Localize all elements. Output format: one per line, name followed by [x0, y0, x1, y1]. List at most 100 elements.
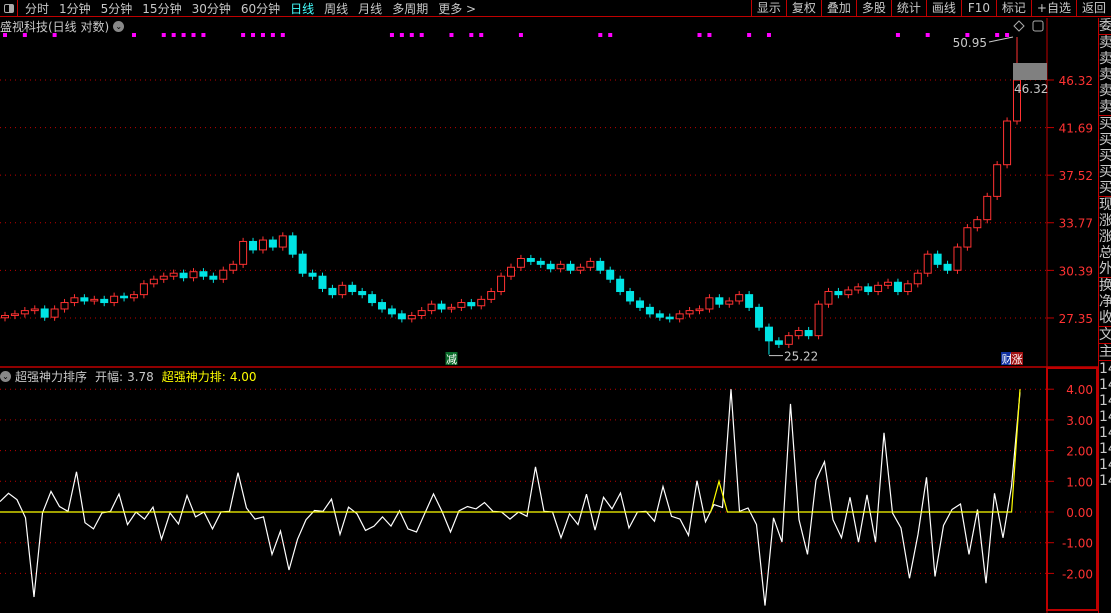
diamond-icon[interactable]: [1013, 20, 1025, 32]
signal-dot: [399, 33, 404, 37]
toolbar-button-4[interactable]: 统计: [890, 0, 926, 17]
panel-toggle-icon[interactable]: [1032, 20, 1044, 32]
marker-text: 财: [1002, 352, 1013, 366]
candle: [328, 284, 337, 299]
candle-body: [169, 272, 178, 277]
candle-body: [804, 330, 813, 337]
toolbar-button-5[interactable]: 画线: [925, 0, 961, 17]
indicator-header: ⌄ 超强神力排序 开幅: 3.78 超强神力排: 4.00: [0, 368, 257, 385]
candle-body: [933, 253, 942, 265]
candle: [844, 286, 853, 299]
candle: [40, 305, 49, 321]
marker-box: [1001, 352, 1014, 365]
candle-body: [784, 335, 793, 345]
chart-title: 盛视科技(日线 对数): [0, 20, 110, 34]
candle-body: [526, 257, 535, 262]
period-tab-1[interactable]: 1分钟: [54, 0, 96, 17]
candle: [963, 224, 972, 251]
period-tab-9[interactable]: 多周期: [387, 0, 433, 17]
candle: [764, 323, 773, 355]
toolbar-button-0[interactable]: 显示: [750, 0, 786, 17]
period-tab-6[interactable]: 日线: [285, 0, 319, 17]
sidebar-label: 14: [1099, 473, 1111, 489]
candle: [209, 272, 218, 283]
candle-body: [378, 302, 387, 310]
indicator-line-white: [0, 389, 1021, 606]
period-tab-5[interactable]: 60分钟: [236, 0, 285, 17]
candle: [268, 236, 277, 251]
chevron-down-icon[interactable]: ⌄: [113, 21, 125, 32]
candle: [893, 278, 902, 296]
candle-body: [70, 297, 79, 304]
signal-dot: [469, 33, 474, 37]
period-tab-0[interactable]: 分时: [20, 0, 54, 17]
candle: [199, 268, 208, 280]
toolbar-button-8[interactable]: +自选: [1030, 0, 1076, 17]
candle: [417, 307, 426, 320]
signal-dot: [409, 33, 414, 37]
low-price-label: 25.22: [784, 350, 818, 364]
toolbar-button-7[interactable]: 标记: [995, 0, 1031, 17]
signal-dot: [280, 33, 285, 37]
period-tab-3[interactable]: 15分钟: [137, 0, 186, 17]
candle-body: [368, 294, 377, 304]
period-tab-4[interactable]: 30分钟: [187, 0, 236, 17]
period-tab-2[interactable]: 5分钟: [96, 0, 138, 17]
candle-body: [834, 291, 843, 296]
sidebar-label: 14: [1099, 377, 1111, 393]
candle-body: [566, 263, 575, 271]
candle: [90, 295, 99, 305]
signal-dot: [707, 33, 712, 37]
sidebar-label: 换: [1099, 278, 1111, 294]
candle: [229, 260, 238, 274]
candle: [239, 237, 248, 268]
candle: [973, 216, 982, 232]
candle: [874, 281, 883, 296]
candle: [110, 292, 119, 307]
period-tab-8[interactable]: 月线: [353, 0, 387, 17]
chart-canvas[interactable]: 46.32 41.69 37.52 33.77 30.39 27.35 50.95 46.32…: [0, 0, 1098, 613]
marker-rise[interactable]: 涨: [1011, 352, 1023, 366]
toolbar-button-1[interactable]: 复权: [785, 0, 821, 17]
price-tick-label: 37.52: [1059, 169, 1093, 183]
candle-body: [645, 306, 654, 315]
candle: [913, 269, 922, 288]
period-tab-7[interactable]: 周线: [319, 0, 353, 17]
candle: [407, 311, 416, 323]
signal-dot: [389, 33, 394, 37]
toolbar-button-2[interactable]: 叠加: [820, 0, 856, 17]
signal-dot: [1005, 33, 1010, 37]
indicator-value-2: 4.00: [229, 369, 257, 384]
candle-body: [30, 308, 39, 312]
signal-dot: [161, 33, 166, 37]
sidebar-label: 14: [1099, 441, 1111, 457]
toolbar-button-6[interactable]: F10: [960, 0, 996, 17]
toolbar-button-9[interactable]: 返回: [1075, 0, 1111, 17]
sidebar-group: 现涨涨总外: [1099, 196, 1111, 277]
candle-body: [120, 295, 129, 299]
candle: [139, 280, 148, 299]
candle: [258, 236, 267, 254]
signal-dot: [925, 33, 930, 37]
toolbar-button-3[interactable]: 多股: [855, 0, 891, 17]
candle: [437, 300, 446, 313]
candle-body: [596, 260, 605, 271]
candle-body: [60, 302, 69, 310]
candle: [626, 287, 635, 305]
candle: [189, 268, 198, 282]
indicator-line-yellow: [0, 389, 1021, 513]
marker-reduce[interactable]: 减: [445, 352, 458, 366]
candle: [596, 257, 605, 274]
indicator-name[interactable]: 超强神力排序: [15, 368, 87, 385]
high-price-label: 50.95: [953, 36, 987, 50]
candle-body: [903, 283, 912, 293]
candle-body: [110, 295, 119, 304]
candle: [1003, 117, 1012, 169]
marker-finance[interactable]: 财: [1001, 352, 1014, 366]
chevron-down-icon[interactable]: ⌄: [0, 371, 11, 382]
layout-toggle-icon[interactable]: [0, 0, 18, 17]
candle-body: [695, 308, 704, 312]
sidebar-group: 卖卖卖卖卖: [1099, 34, 1111, 115]
candle-body: [655, 313, 664, 318]
period-tab-10[interactable]: 更多 >: [433, 0, 481, 17]
